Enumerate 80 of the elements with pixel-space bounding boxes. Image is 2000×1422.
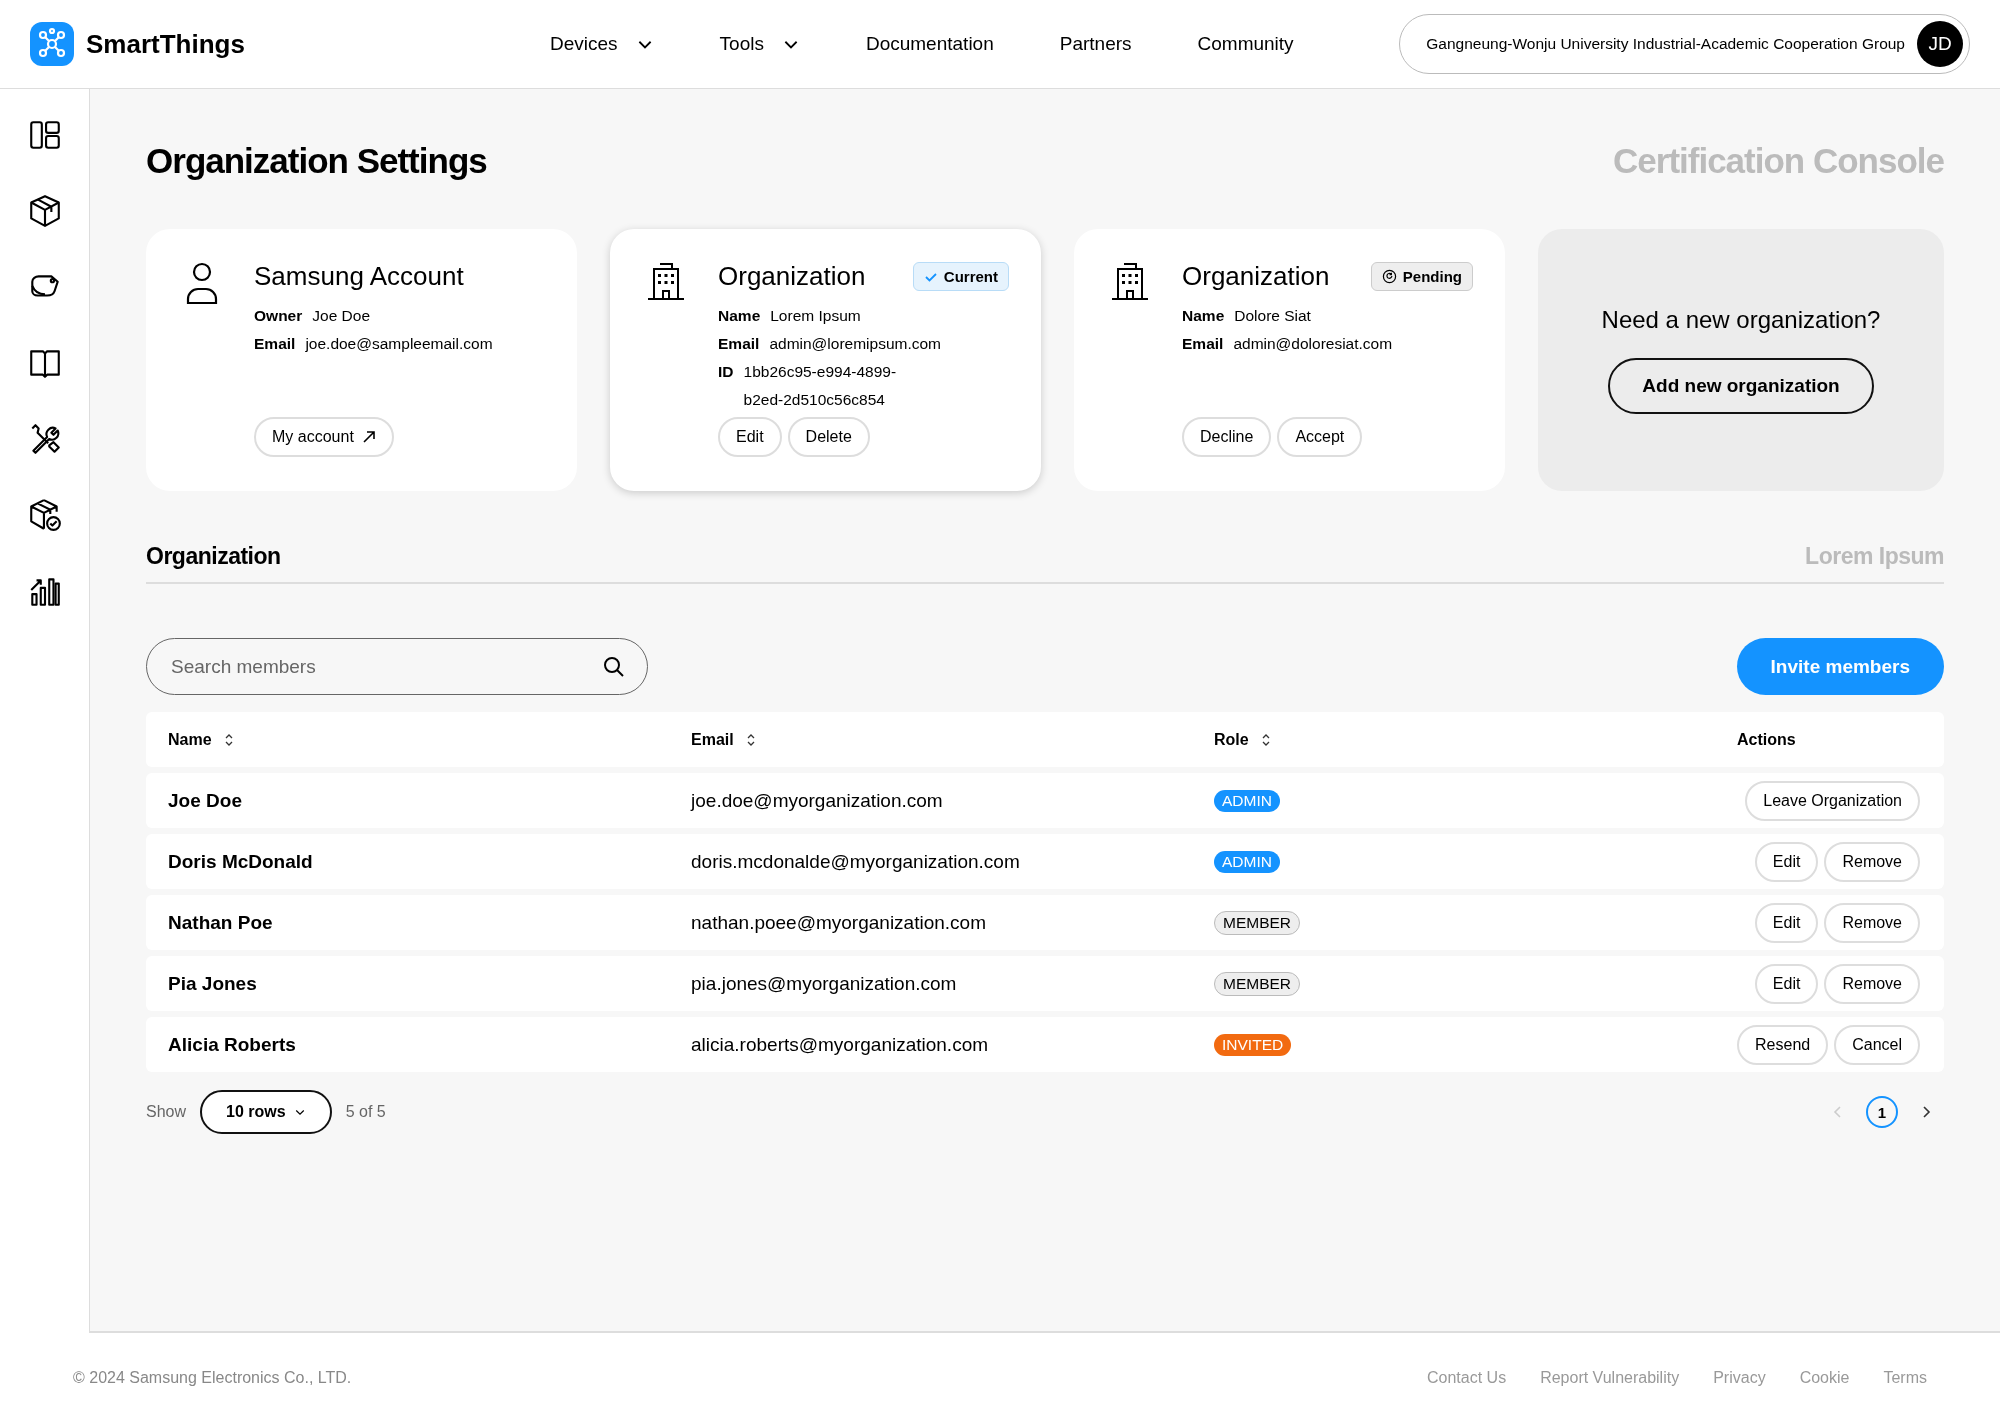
section-title: Organization [146, 543, 281, 570]
member-email: pia.jones@myorganization.com [691, 972, 957, 994]
row-action-button[interactable]: Remove [1824, 963, 1920, 1004]
user-avatar[interactable]: JD [1917, 21, 1963, 67]
row-action-button[interactable]: Leave Organization [1745, 780, 1920, 821]
field-label: Owner [254, 306, 303, 326]
nav-item[interactable]: Community [1197, 33, 1294, 55]
refresh-icon [1381, 269, 1397, 284]
card-title: Organization [1182, 261, 1330, 292]
card-title: Samsung Account [254, 261, 464, 292]
row-action-button[interactable]: Edit [1754, 963, 1819, 1004]
card-button[interactable]: Delete [787, 417, 870, 457]
field-label: Name [718, 306, 761, 326]
column-header[interactable]: Name [168, 730, 212, 749]
sort-icon[interactable] [1260, 732, 1271, 747]
external-link-icon [361, 430, 376, 444]
building-icon [646, 261, 687, 301]
field-label: ID [718, 362, 734, 382]
nav-item[interactable]: Documentation [865, 33, 994, 55]
search-icon[interactable] [603, 655, 626, 678]
row-action-button[interactable]: Edit [1754, 841, 1819, 882]
role-badge: MEMBER [1214, 971, 1301, 996]
nav-item[interactable]: Devices [550, 33, 654, 55]
organization-name: Lorem Ipsum [1805, 543, 1944, 570]
field-label: Name [1182, 306, 1225, 326]
row-action-button[interactable]: Resend [1737, 1024, 1829, 1065]
member-name: Alicia Roberts [168, 1033, 296, 1055]
member-name: Nathan Poe [168, 911, 273, 933]
row-action-button[interactable]: Cancel [1834, 1024, 1920, 1065]
field-value: admin@loremipsum.com [769, 334, 942, 354]
role-badge: ADMIN [1214, 851, 1280, 873]
status-badge: Current [912, 262, 1010, 291]
card-title: Organization [718, 261, 866, 292]
page-title: Organization Settings [146, 141, 487, 181]
nav-item[interactable]: Partners [1059, 33, 1132, 55]
role-badge: MEMBER [1214, 910, 1301, 935]
row-action-button[interactable]: Remove [1824, 841, 1920, 882]
card-button[interactable]: My account [254, 417, 394, 457]
member-email: alicia.roberts@myorganization.com [691, 1033, 989, 1055]
rows-per-page-dropdown[interactable]: 10 rows [200, 1090, 332, 1134]
console-title: Certification Console [1613, 141, 1944, 181]
field-label: Email [718, 334, 760, 354]
nav-item[interactable]: Tools [719, 33, 800, 55]
field-value: Joe Doe [312, 306, 370, 326]
card-button[interactable]: Decline [1182, 417, 1272, 457]
brand-name: SmartThings [86, 28, 245, 60]
card-button[interactable]: Edit [718, 417, 782, 457]
new-organization-prompt: Need a new organization? [1601, 306, 1881, 334]
member-email: nathan.poee@myorganization.com [691, 911, 986, 933]
add-organization-button[interactable]: Add new organization [1608, 358, 1874, 414]
row-action-button[interactable]: Edit [1754, 902, 1819, 943]
field-value: Dolore Siat [1234, 306, 1311, 326]
field-value: joe.doe@sampleemail.com [305, 334, 493, 354]
status-badge: Pending [1370, 262, 1474, 291]
building-icon [1110, 261, 1151, 301]
field-value: 1bb26c95-e994-4899-b2ed-2d510c56c854 [743, 362, 898, 410]
column-header[interactable]: Email [691, 730, 734, 749]
column-header[interactable]: Role [1214, 730, 1249, 749]
field-value: Lorem Ipsum [770, 306, 861, 326]
sort-icon[interactable] [223, 732, 234, 747]
copyright-text: © 2024 Samsung Electronics Co., LTD. [73, 1368, 352, 1387]
sort-icon[interactable] [745, 732, 756, 747]
member-name: Joe Doe [168, 789, 242, 811]
show-label: Show [146, 1103, 187, 1121]
logo-icon[interactable] [30, 22, 74, 66]
field-value: admin@doloresiat.com [1233, 334, 1393, 354]
field-label: Email [254, 334, 296, 354]
page-button[interactable]: 1 [1866, 1096, 1898, 1128]
member-email: joe.doe@myorganization.com [691, 789, 943, 811]
search-input[interactable]: Search members [169, 654, 604, 679]
column-header: Actions [1737, 730, 1796, 749]
role-badge: ADMIN [1214, 790, 1280, 812]
member-name: Pia Jones [168, 972, 257, 994]
row-action-button[interactable]: Remove [1824, 902, 1920, 943]
field-label: Email [1182, 334, 1224, 354]
role-badge: INVITED [1214, 1034, 1292, 1056]
card-button[interactable]: Accept [1277, 417, 1363, 457]
member-email: doris.mcdonalde@myorganization.com [691, 850, 1020, 872]
member-name: Doris McDonald [168, 850, 313, 872]
result-count: 5 of 5 [345, 1103, 386, 1121]
